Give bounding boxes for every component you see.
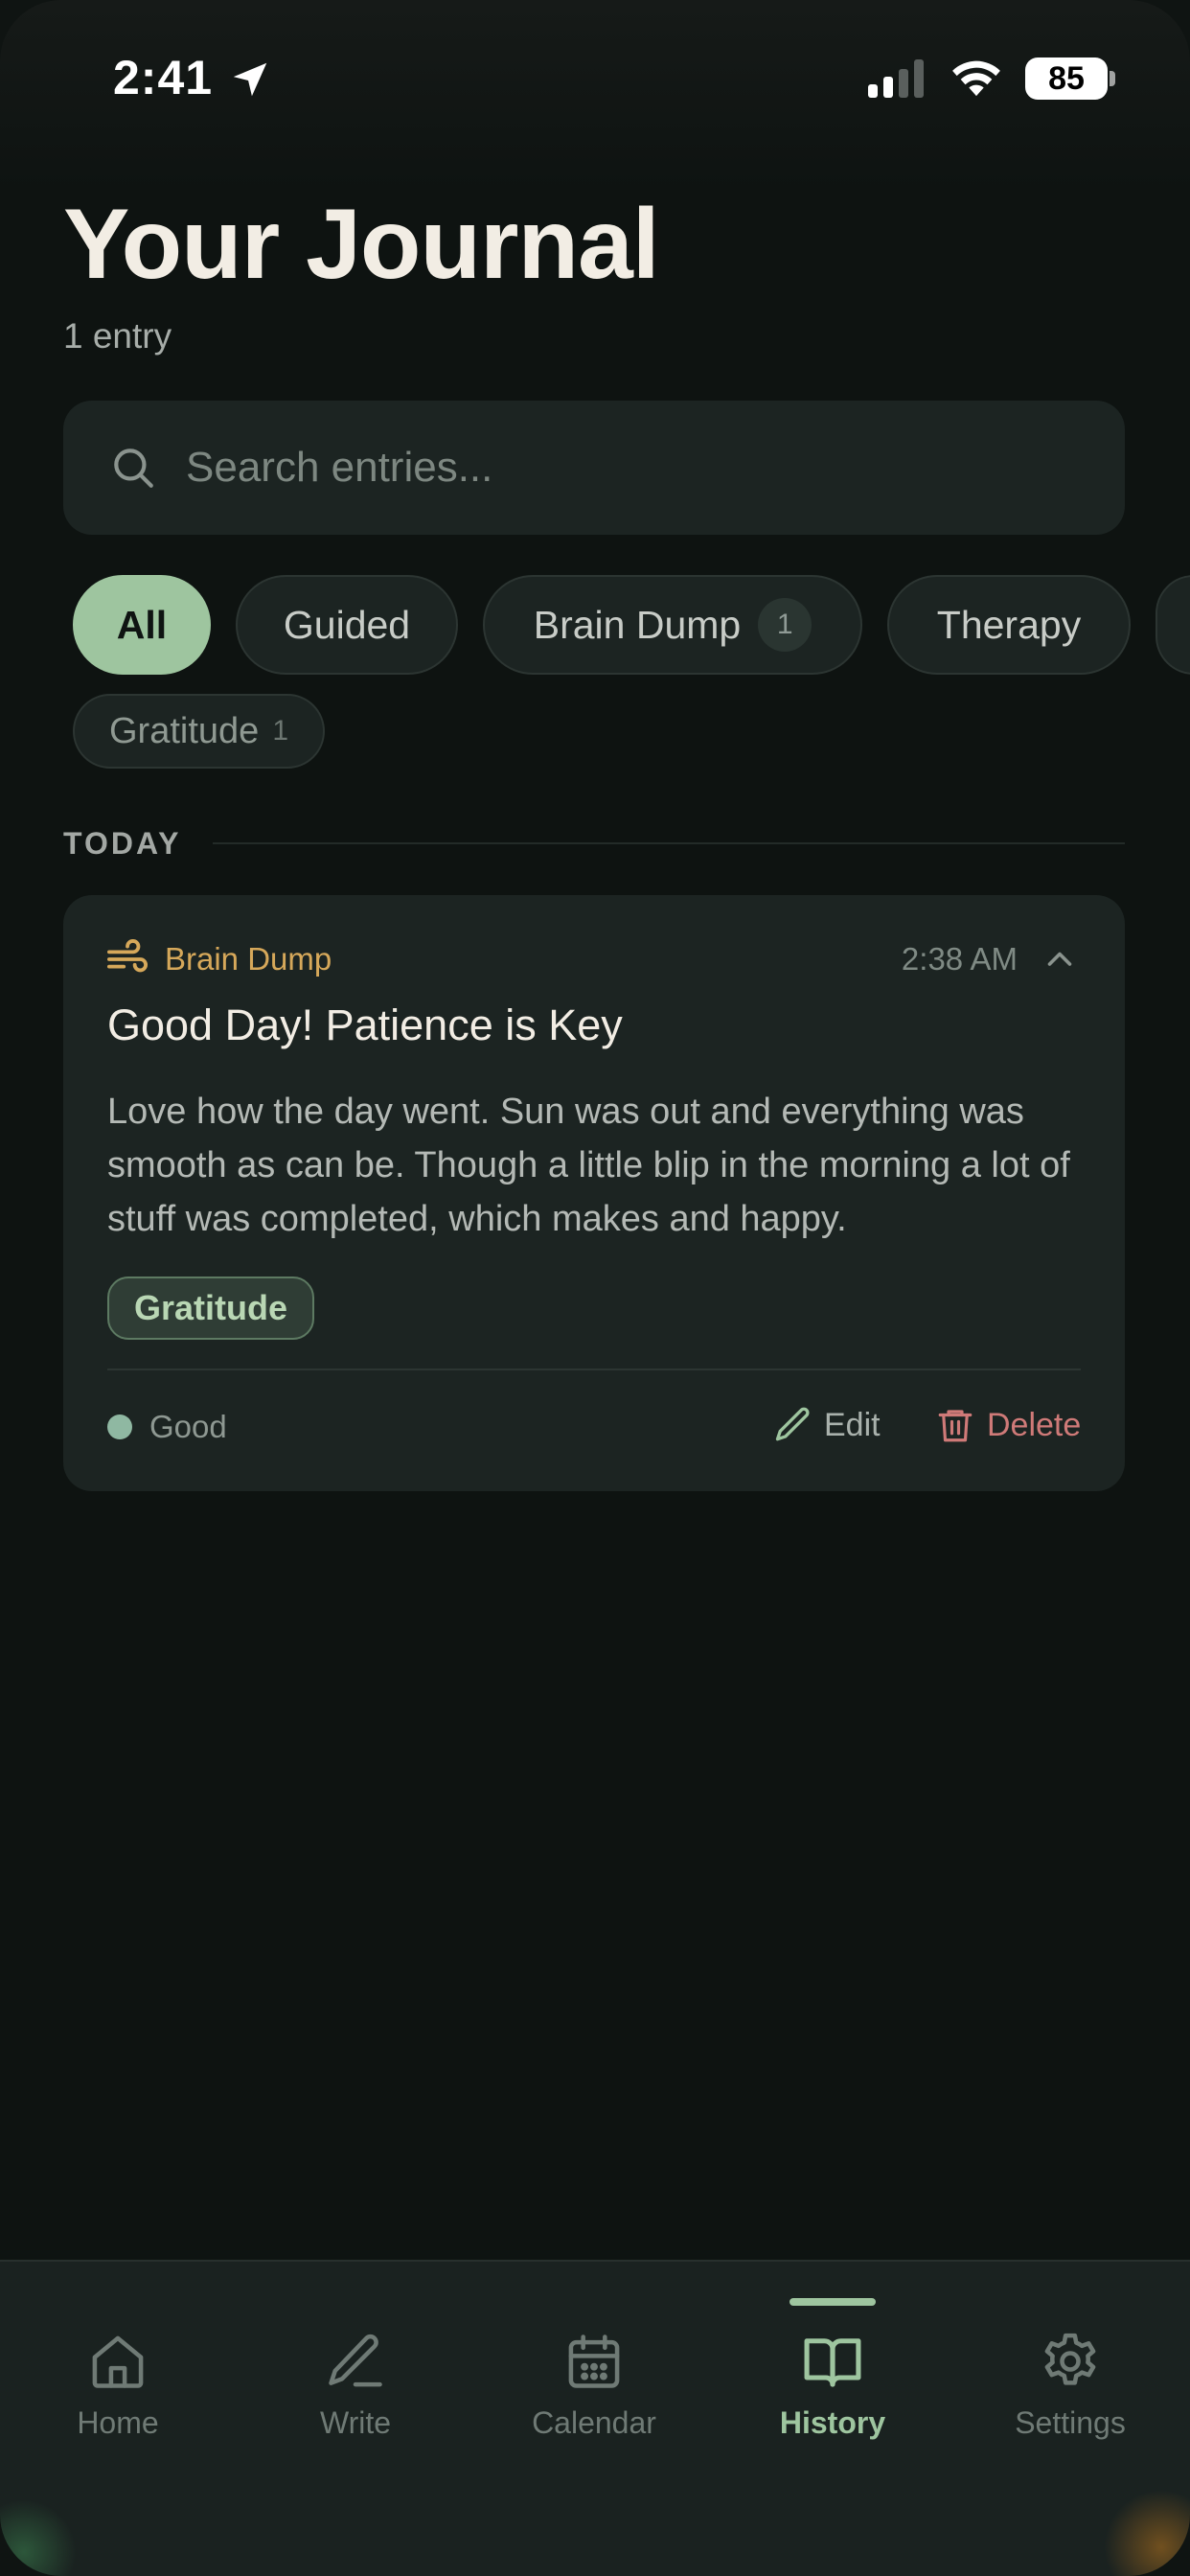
delete-button[interactable]: Delete [935, 1401, 1081, 1449]
section-label-today: TODAY [63, 826, 182, 861]
tab-label: Home [77, 2405, 159, 2440]
active-tab-indicator [790, 2298, 876, 2306]
pencil-icon [329, 2334, 382, 2387]
battery-tip [1110, 71, 1115, 86]
filter-chip-guided[interactable]: Guided [236, 575, 458, 675]
tab-label: Calendar [532, 2405, 656, 2440]
journal-entry-card[interactable]: Brain Dump 2:38 AM Good Day! Patience is… [63, 895, 1125, 1491]
filter-chip-count: 1 [272, 715, 288, 747]
tab-settings[interactable]: Settings [974, 2329, 1166, 2472]
tab-home[interactable]: Home [22, 2329, 214, 2472]
filter-chip-all[interactable]: All [73, 575, 211, 675]
page-title: Your Journal [63, 189, 660, 300]
search-icon [114, 448, 153, 488]
entry-tag: Gratitude [107, 1276, 315, 1340]
corner-glow [1104, 2490, 1190, 2576]
search-bar[interactable] [63, 401, 1125, 535]
filter-chip-brain-dump[interactable]: Brain Dump 1 [483, 575, 862, 675]
delete-label: Delete [987, 1406, 1082, 1443]
battery-indicator: 85 [1025, 58, 1108, 100]
edit-button[interactable]: Edit [772, 1401, 881, 1449]
wind-icon [107, 939, 148, 973]
tab-label: Settings [1015, 2405, 1126, 2440]
pencil-icon [775, 1407, 810, 1441]
edit-label: Edit [824, 1406, 881, 1443]
filter-chip-label: Gratitude [109, 710, 260, 751]
tab-label: History [779, 2405, 886, 2440]
filter-chip-gratitude[interactable]: Gratitude 1 [73, 694, 325, 769]
filter-chip-label: Therapy [936, 602, 1082, 647]
tab-label: Write [319, 2405, 392, 2440]
entry-time: 2:38 AM [901, 941, 1018, 977]
cellular-signal-icon [868, 59, 924, 98]
filter-chip-count: 1 [758, 598, 812, 652]
tab-write[interactable]: Write [260, 2329, 451, 2472]
tab-calendar[interactable]: Calendar [498, 2329, 690, 2472]
entry-body: Love how the day went. Sun was out and e… [107, 1092, 1070, 1239]
entry-title: Good Day! Patience is Key [107, 1000, 623, 1049]
calendar-icon [568, 2334, 620, 2388]
search-input[interactable] [186, 444, 1048, 492]
entry-count: 1 entry [63, 316, 172, 356]
home-icon [92, 2335, 144, 2388]
wifi-icon [952, 60, 1000, 97]
chevron-up-icon[interactable] [1042, 943, 1077, 974]
location-arrow-icon [233, 62, 267, 97]
trash-icon [938, 1410, 973, 1442]
filter-chip-more[interactable] [1156, 575, 1190, 675]
mood-indicator [107, 1414, 132, 1439]
section-divider [213, 842, 1125, 844]
corner-glow [0, 2499, 77, 2576]
card-divider [107, 1368, 1081, 1370]
book-icon [804, 2338, 861, 2387]
filter-chip-therapy[interactable]: Therapy [887, 575, 1131, 675]
screen: 2:41 85 Your Journal 1 entry All Guided … [0, 0, 1190, 2576]
gear-icon [1044, 2333, 1096, 2385]
entry-category: Brain Dump [165, 941, 332, 977]
mood-label: Good [149, 1409, 227, 1444]
filter-chip-label: Brain Dump [533, 602, 742, 647]
tab-history[interactable]: History [737, 2329, 928, 2472]
status-time: 2:41 [113, 51, 214, 104]
tab-bar: Home Write Calendar History Settings [0, 2260, 1190, 2576]
filter-chip-label: Guided [283, 602, 411, 647]
filter-chip-label: All [116, 602, 168, 647]
